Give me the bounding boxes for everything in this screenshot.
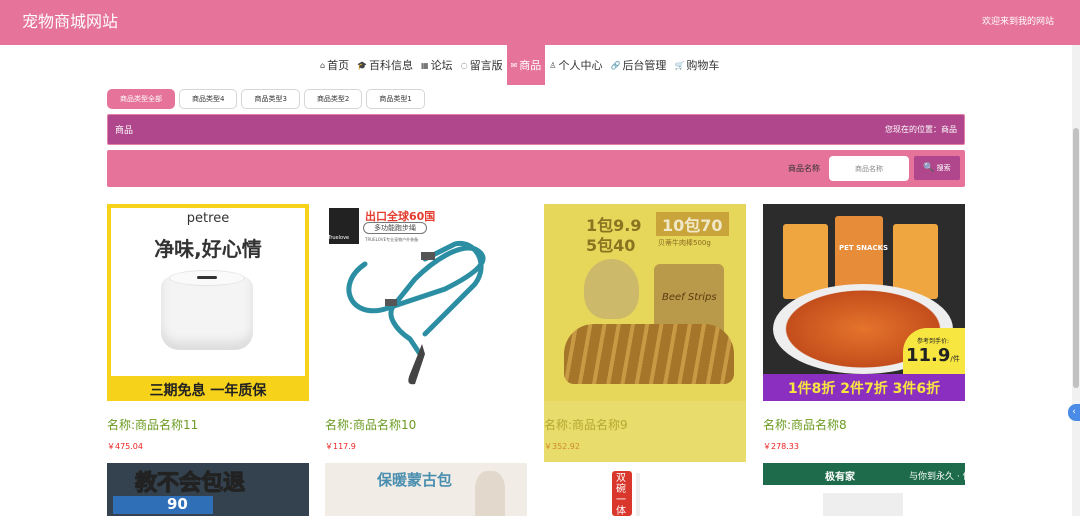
product-name[interactable]: 名称:商品名称9 [544, 416, 628, 433]
nav-encyclopedia[interactable]: 🎓 百科信息 [353, 45, 417, 85]
product-name[interactable]: 名称:商品名称10 [325, 416, 416, 433]
forum-icon: ▦ [421, 60, 429, 70]
category-tab-1[interactable]: 商品类型1 [366, 89, 425, 109]
nav-admin[interactable]: 🔗 后台管理 [606, 45, 670, 85]
home-icon: ⌂ [320, 60, 326, 70]
site-header: 宠物商城网站 欢迎来到我的网站 [0, 0, 1080, 45]
product-image[interactable]: Truelove 出口全球60国 多功能跑步绳 TRUELOVE专业宠物户外装备 [325, 204, 527, 401]
scrollbar-thumb[interactable] [1073, 128, 1079, 388]
product-price: ￥352.92 [544, 442, 580, 451]
nav-forum[interactable]: ▦ 论坛 [417, 45, 457, 85]
nav-user-center[interactable]: ♙ 个人中心 [545, 45, 606, 85]
search-icon: 🔍 [923, 163, 935, 173]
category-tabs: 商品类型全部 商品类型4 商品类型3 商品类型2 商品类型1 [107, 89, 429, 109]
nav-home[interactable]: ⌂ 首页 [316, 45, 353, 85]
breadcrumb-position: 您现在的位置：商品 [885, 125, 957, 134]
product-image[interactable]: 双碗一体 [544, 463, 746, 516]
welcome-text: 欢迎来到我的网站 [981, 17, 1054, 27]
product-image[interactable]: PET SNACKS 参考到手价: 11.9/件 1件8折 2件7折 3件6折 [763, 204, 965, 401]
product-image[interactable]: 1包9.9 5包40 10包70 贝蒂牛肉棒500g Beef Strips [544, 204, 746, 401]
main-nav: ⌂ 首页 🎓 百科信息 ▦ 论坛 ◌ 留言版 ✉ 商品 ♙ 个人中心 🔗 后台管理 🛒 购物车 [316, 45, 723, 85]
breadcrumb: 商品 您现在的位置：商品 [107, 114, 965, 145]
message-icon: ◌ [460, 60, 468, 70]
product-price: ￥278.33 [763, 442, 799, 451]
product-image[interactable]: 教不会包退 90 [107, 463, 309, 516]
product-image[interactable]: 保暖蒙古包 [325, 463, 527, 516]
product-image[interactable]: 极有家 与你到永久 · 伍佰 [763, 463, 965, 516]
product-card[interactable]: PET SNACKS 参考到手价: 11.9/件 1件8折 2件7折 3件6折 … [763, 204, 965, 462]
search-button[interactable]: 🔍 搜索 [914, 156, 960, 180]
product-name[interactable]: 名称:商品名称11 [107, 416, 198, 433]
site-title[interactable]: 宠物商城网站 [22, 11, 118, 33]
chevron-left-icon[interactable]: ‹ [1068, 404, 1080, 421]
cart-icon: 🛒 [674, 60, 685, 70]
user-icon: ♙ [549, 60, 557, 70]
nav-products[interactable]: ✉ 商品 [506, 45, 546, 85]
product-card[interactable]: 1包9.9 5包40 10包70 贝蒂牛肉棒500g Beef Strips 名… [544, 204, 746, 462]
graduation-cap-icon: 🎓 [357, 60, 368, 70]
product-card[interactable]: petree 净味,好心情 三期免息 一年质保 名称:商品名称11 ￥475.0… [107, 204, 309, 462]
nav-cart[interactable]: 🛒 购物车 [670, 45, 723, 85]
category-tab-4[interactable]: 商品类型4 [179, 89, 238, 109]
search-bar: 商品名称 🔍搜索 [107, 150, 965, 187]
search-label: 商品名称 [788, 164, 820, 173]
page-title: 商品 [115, 126, 134, 136]
product-price: ￥475.04 [107, 442, 143, 451]
link-icon: 🔗 [610, 60, 621, 70]
category-tab-3[interactable]: 商品类型3 [241, 89, 300, 109]
product-image[interactable]: petree 净味,好心情 三期免息 一年质保 [107, 204, 309, 401]
category-tab-all[interactable]: 商品类型全部 [107, 89, 175, 109]
envelope-icon: ✉ [510, 60, 518, 70]
product-card[interactable]: Truelove 出口全球60国 多功能跑步绳 TRUELOVE专业宠物户外装备… [325, 204, 527, 462]
search-input[interactable] [829, 156, 909, 181]
nav-messages[interactable]: ◌ 留言版 [457, 45, 507, 85]
product-price: ￥117.9 [325, 442, 356, 451]
product-name[interactable]: 名称:商品名称8 [763, 416, 847, 433]
category-tab-2[interactable]: 商品类型2 [303, 89, 363, 109]
